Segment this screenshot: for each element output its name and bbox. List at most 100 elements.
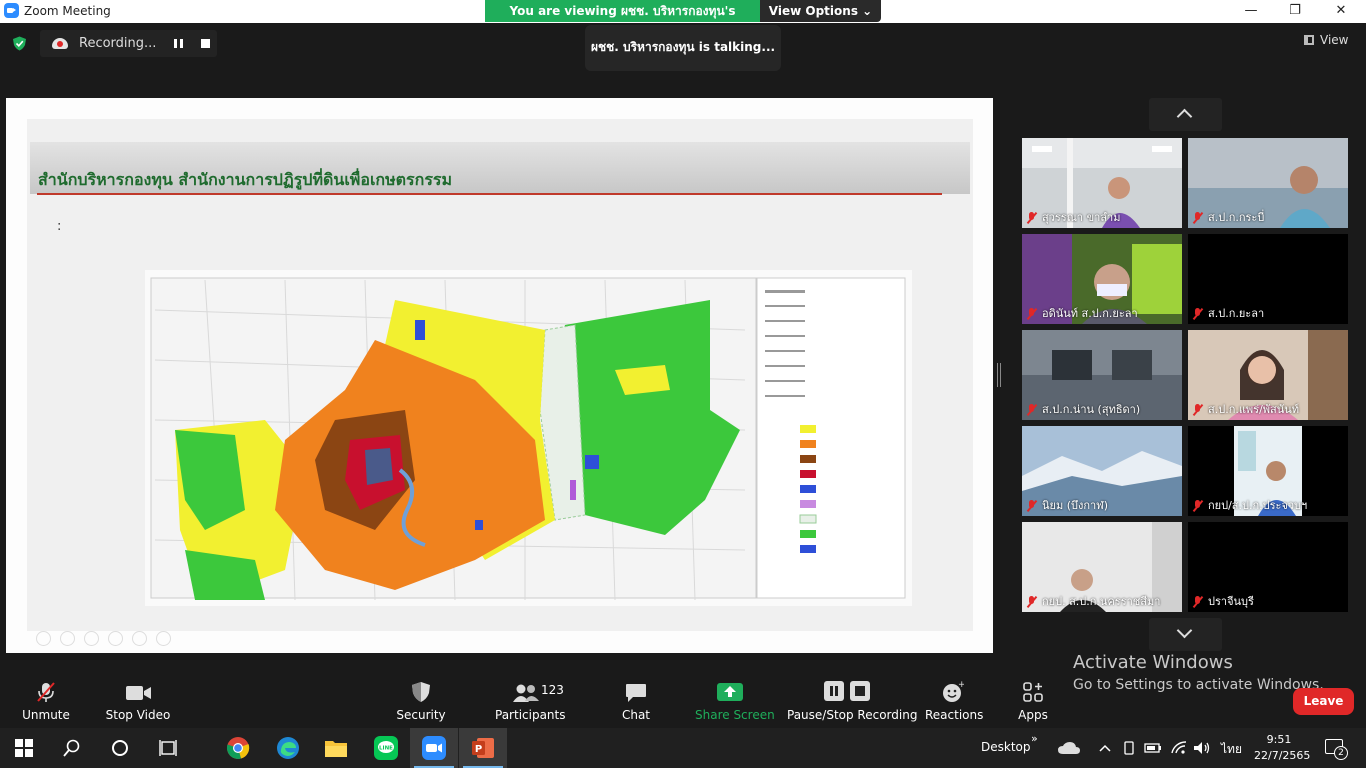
- desktop-toolbar-label[interactable]: Desktop: [981, 740, 1031, 754]
- muted-mic-icon: [1026, 212, 1037, 224]
- svg-text:P: P: [475, 744, 482, 755]
- svg-text:LINE: LINE: [379, 746, 393, 752]
- participant-name: นิยม (บึงกาฬ): [1042, 499, 1109, 512]
- participant-tile[interactable]: ปราจีนบุรี: [1188, 522, 1348, 612]
- close-button[interactable]: ✕: [1318, 0, 1364, 23]
- participant-tile[interactable]: สุวรรณา ขาลำม: [1022, 138, 1182, 228]
- windows-logo-icon: [15, 739, 33, 757]
- maximize-button[interactable]: ❐: [1272, 0, 1318, 23]
- line-taskbar-button[interactable]: LINE: [362, 728, 410, 768]
- participant-tile[interactable]: กยป/ส.ป.ก.ประจวบฯ: [1188, 426, 1348, 516]
- onedrive-cloud-icon[interactable]: [1057, 741, 1081, 755]
- gallery-scroll-down-button[interactable]: [1149, 618, 1222, 651]
- prev-slide-icon[interactable]: [36, 631, 51, 646]
- windows-taskbar: LINE P Desktop » ไทย 9:51 22/7/2565 2: [0, 728, 1366, 768]
- slide-header-band: สำนักบริหารกองทุน สำนักงานการปฏิรูปที่ดิ…: [30, 142, 970, 194]
- security-label: Security: [396, 708, 446, 722]
- muted-mic-icon: [1192, 404, 1203, 416]
- system-clock[interactable]: 9:51 22/7/2565: [1254, 732, 1310, 764]
- share-screen-label: Share Screen: [695, 708, 775, 722]
- volume-icon[interactable]: [1193, 741, 1211, 755]
- participant-tile[interactable]: นิยม (บึงกาฬ): [1022, 426, 1182, 516]
- line-app-icon: LINE: [374, 736, 398, 760]
- presentation-slide: สำนักบริหารกองทุน สำนักงานการปฏิรูปที่ดิ…: [27, 119, 973, 646]
- participant-name: ส.ป.ก.ยะลา: [1208, 307, 1265, 320]
- pen-icon[interactable]: [84, 631, 99, 646]
- muted-mic-icon: [1026, 500, 1037, 512]
- muted-mic-icon: [1026, 596, 1037, 608]
- zoom-taskbar-button[interactable]: [410, 728, 458, 768]
- folder-icon: [325, 741, 347, 757]
- participants-count: 123: [541, 683, 564, 697]
- slide-title: สำนักบริหารกองทุน สำนักงานการปฏิรูปที่ดิ…: [38, 170, 453, 189]
- file-explorer-taskbar-button[interactable]: [312, 728, 360, 768]
- recording-indicator: Recording...: [40, 30, 217, 57]
- participant-tile[interactable]: อดินันท์ ส.ป.ก.ยะลา: [1022, 234, 1182, 324]
- muted-mic-icon: [1192, 596, 1203, 608]
- pause-stop-icon: [824, 681, 870, 701]
- participants-button[interactable]: 123 Participants: [495, 680, 566, 724]
- wifi-icon[interactable]: [1170, 741, 1188, 755]
- search-button[interactable]: [48, 728, 96, 768]
- battery-icon[interactable]: [1144, 742, 1162, 754]
- reactions-button[interactable]: + Reactions: [925, 680, 983, 724]
- activate-windows-title: Activate Windows: [1073, 652, 1233, 673]
- pause-stop-recording-button[interactable]: Pause/Stop Recording: [787, 680, 917, 724]
- shared-screen[interactable]: สำนักบริหารกองทุน สำนักงานการปฏิรูปที่ดิ…: [6, 98, 993, 653]
- slides-grid-icon[interactable]: [108, 631, 123, 646]
- clock-time: 9:51: [1266, 733, 1292, 746]
- device-icon[interactable]: [1122, 740, 1136, 756]
- cortana-button[interactable]: [96, 728, 144, 768]
- task-view-button[interactable]: [144, 728, 192, 768]
- participant-name: สุวรรณา ขาลำม: [1042, 211, 1121, 224]
- chrome-icon: [226, 737, 250, 759]
- apps-button[interactable]: Apps: [1013, 680, 1053, 724]
- more-icon[interactable]: [156, 631, 171, 646]
- minimize-button[interactable]: —: [1228, 0, 1274, 23]
- powerpoint-taskbar-button[interactable]: P: [459, 728, 507, 768]
- input-language-indicator[interactable]: ไทย: [1221, 740, 1242, 759]
- chevron-down-icon: [1176, 622, 1193, 639]
- participant-tile[interactable]: กยป. ส.ป.ก.นครราชสีมา: [1022, 522, 1182, 612]
- land-use-map-image: [145, 270, 912, 606]
- next-slide-icon[interactable]: [60, 631, 75, 646]
- show-hidden-icons-chevron[interactable]: [1099, 744, 1111, 752]
- leave-button[interactable]: Leave: [1293, 688, 1354, 715]
- recording-label: Recording...: [79, 36, 157, 51]
- security-shield-icon[interactable]: [12, 36, 27, 51]
- chrome-taskbar-button[interactable]: [214, 728, 262, 768]
- security-button[interactable]: Security: [395, 680, 447, 724]
- chat-button[interactable]: Chat: [616, 680, 656, 724]
- chat-bubble-icon: [626, 684, 646, 702]
- activate-windows-watermark: Activate Windows Go to Settings to activ…: [1073, 652, 1324, 693]
- participant-tile[interactable]: ส.ป.ก.ยะลา: [1188, 234, 1348, 324]
- participant-tile[interactable]: ส.ป.ก.น่าน (สุทธิดา): [1022, 330, 1182, 420]
- powerpoint-icon: P: [472, 738, 494, 758]
- unmute-button[interactable]: Unmute: [20, 680, 72, 724]
- participant-tile[interactable]: ส.ป.ก.กระบี่: [1188, 138, 1348, 228]
- participant-name: ปราจีนบุรี: [1208, 595, 1254, 608]
- stop-video-label: Stop Video: [105, 708, 171, 722]
- participant-name: อดินันท์ ส.ป.ก.ยะลา: [1042, 307, 1138, 320]
- zoom-app-icon: [4, 3, 19, 18]
- zoom-icon: [422, 736, 446, 760]
- toolbar-expand-chevron[interactable]: »: [1031, 732, 1038, 745]
- gallery-scroll-up-button[interactable]: [1149, 98, 1222, 131]
- zoom-icon[interactable]: [132, 631, 147, 646]
- share-screen-button[interactable]: Share Screen: [695, 680, 775, 724]
- slide-nav-controls[interactable]: [27, 631, 187, 651]
- participant-tile[interactable]: ส.ป.ก.แพร่/พัสนันท์: [1188, 330, 1348, 420]
- stop-video-button[interactable]: Stop Video: [105, 680, 171, 724]
- mic-muted-icon: [37, 682, 55, 702]
- pause-recording-icon[interactable]: [174, 39, 183, 48]
- stop-recording-icon[interactable]: [201, 39, 210, 48]
- view-options-button[interactable]: View Options ⌄: [760, 0, 881, 22]
- muted-mic-icon: [1026, 404, 1037, 416]
- viewing-screen-banner: You are viewing ผชช. บริหารกองทุน's scre…: [485, 0, 760, 40]
- muted-mic-icon: [1192, 500, 1203, 512]
- split-handle[interactable]: [997, 363, 1001, 387]
- view-button[interactable]: View: [1304, 33, 1348, 47]
- edge-taskbar-button[interactable]: [264, 728, 312, 768]
- start-button[interactable]: [0, 728, 48, 768]
- svg-text:+: +: [958, 681, 964, 690]
